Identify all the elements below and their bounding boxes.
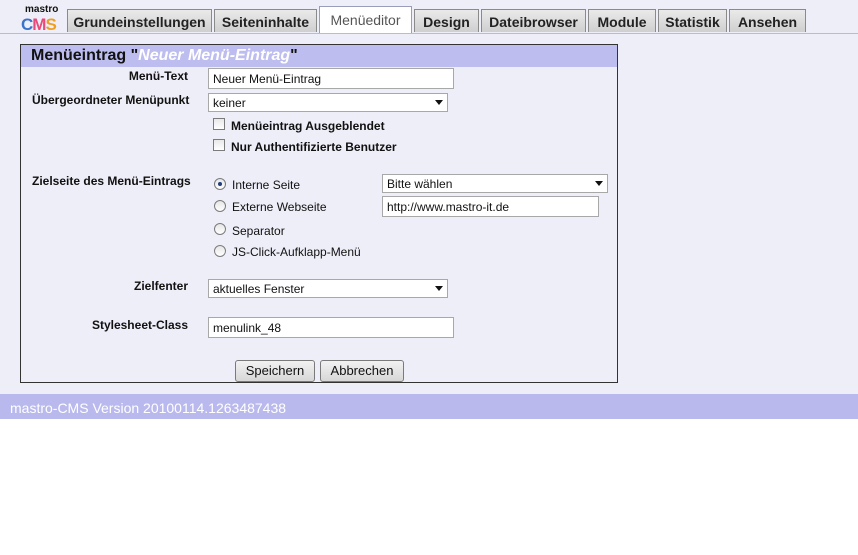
- cancel-button[interactable]: Abbrechen: [320, 360, 404, 382]
- footer-bar: mastro-CMS Version 20100114.1263487438: [0, 394, 858, 419]
- form-header: Menüeintrag "Neuer Menü-Eintrag": [21, 45, 617, 67]
- auth-only-checkbox[interactable]: [213, 139, 225, 151]
- radio-external-page[interactable]: [214, 200, 226, 212]
- radio-js-click-menu-label: JS-Click-Aufklapp-Menü: [232, 245, 361, 259]
- menu-text-label: Menü-Text: [128, 69, 188, 83]
- parent-menu-label: Übergeordneter Menüpunkt: [32, 93, 190, 107]
- menu-text-field[interactable]: Neuer Menü-Eintrag: [208, 68, 454, 89]
- stylesheet-class-label: Stylesheet-Class: [91, 318, 188, 332]
- version-text: mastro-CMS Version 20100114.1263487438: [10, 400, 287, 416]
- tab-bar-divider: [0, 33, 858, 34]
- radio-separator[interactable]: [214, 223, 226, 235]
- logo-letter-c: C: [21, 15, 33, 34]
- tab-statistik[interactable]: Statistik: [658, 9, 727, 32]
- tab-seiteninhalte[interactable]: Seiteninhalte: [214, 9, 317, 32]
- form-title: Menüeintrag "Neuer Menü-Eintrag": [31, 47, 298, 65]
- form-title-suffix: ": [290, 47, 298, 64]
- radio-internal-page-label: Interne Seite: [232, 178, 301, 192]
- chevron-down-icon: [435, 100, 443, 105]
- internal-page-value: Bitte wählen: [387, 177, 453, 191]
- tab-menueditor[interactable]: Menüeditor: [319, 6, 412, 34]
- hidden-checkbox[interactable]: [213, 118, 225, 130]
- radio-external-page-label: Externe Webseite: [232, 200, 327, 214]
- tab-grundeinstellungen[interactable]: Grundeinstellungen: [67, 9, 212, 32]
- chevron-down-icon: [595, 181, 603, 186]
- form-title-prefix: Menüeintrag ": [31, 47, 139, 64]
- save-button[interactable]: Speichern: [235, 360, 315, 382]
- radio-js-click-menu[interactable]: [214, 245, 226, 257]
- logo-letter-m: M: [32, 15, 46, 34]
- tab-module[interactable]: Module: [588, 9, 656, 32]
- internal-page-select[interactable]: Bitte wählen: [382, 174, 608, 193]
- target-window-label: Zielfenter: [133, 279, 188, 293]
- target-window-select[interactable]: aktuelles Fenster: [208, 279, 448, 298]
- auth-only-checkbox-label: Nur Authentifizierte Benutzer: [231, 140, 397, 154]
- stylesheet-class-field[interactable]: menulink_48: [208, 317, 454, 338]
- target-page-label: Zielseite des Menü-Eintrags: [32, 174, 191, 188]
- logo-small-text: mastro: [25, 4, 59, 15]
- target-window-value: aktuelles Fenster: [213, 282, 305, 296]
- radio-internal-page[interactable]: [214, 178, 226, 190]
- tab-ansehen[interactable]: Ansehen: [729, 9, 806, 32]
- mastro-cms-logo: mastro CMS: [21, 4, 65, 35]
- logo-cms-letters: CMS: [21, 15, 57, 35]
- tab-design[interactable]: Design: [414, 9, 479, 32]
- parent-menu-select[interactable]: keiner: [208, 93, 448, 112]
- chevron-down-icon: [435, 286, 443, 291]
- form-title-entry-name: Neuer Menü-Eintrag: [138, 47, 291, 64]
- menu-entry-form: Menüeintrag "Neuer Menü-Eintrag" Menü-Te…: [20, 44, 618, 383]
- radio-separator-label: Separator: [232, 224, 285, 238]
- tab-bar: mastro CMS Grundeinstellungen Seiteninha…: [0, 0, 858, 34]
- hidden-checkbox-label: Menüeintrag Ausgeblendet: [231, 119, 385, 133]
- parent-menu-value: keiner: [213, 96, 246, 110]
- tab-dateibrowser[interactable]: Dateibrowser: [481, 9, 586, 32]
- external-url-field[interactable]: http://www.mastro-it.de: [382, 196, 599, 217]
- logo-letter-s: S: [45, 15, 56, 34]
